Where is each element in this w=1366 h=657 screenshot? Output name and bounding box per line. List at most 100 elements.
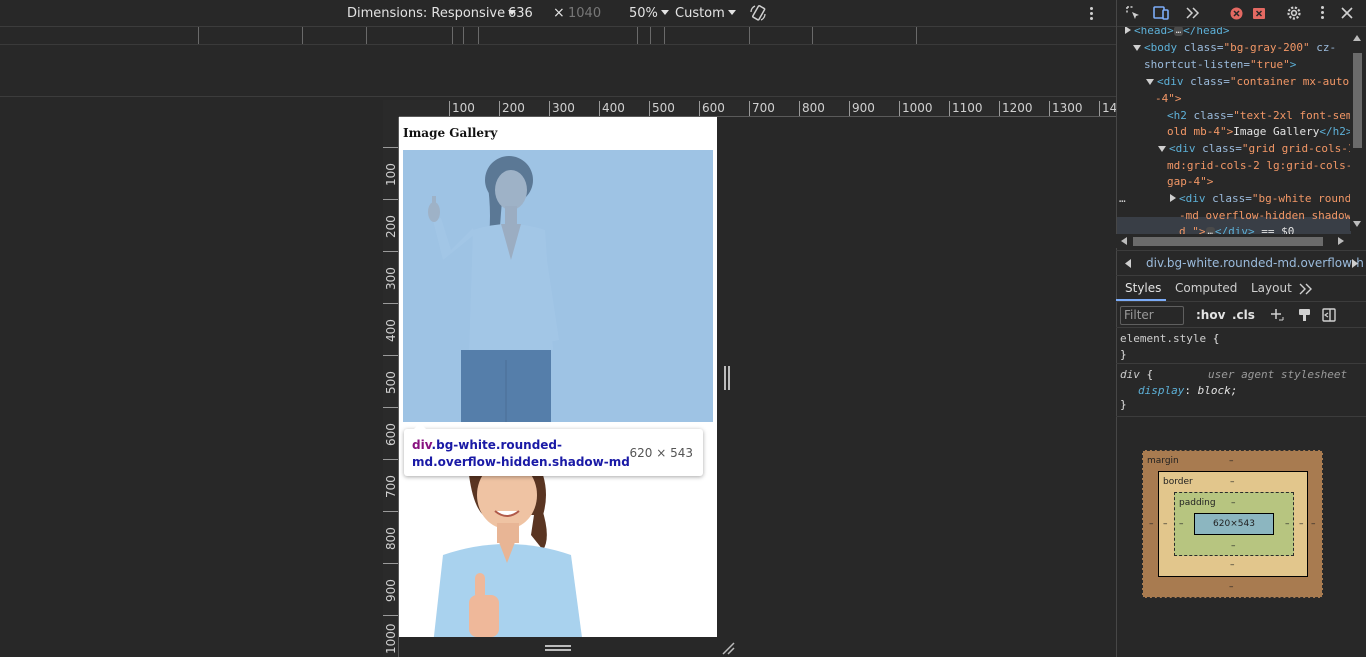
padding-right-value[interactable]: – <box>1285 519 1290 529</box>
padding-top-value[interactable]: – <box>1231 498 1236 508</box>
collapse-arrow-icon[interactable] <box>1133 45 1141 51</box>
tree-node-container[interactable]: <div class="container mx-auto <box>1146 74 1349 91</box>
tree-node-selected[interactable]: <div class="bg-white round <box>1170 191 1351 208</box>
box-model-diagram: margin – – – – border – – – – padding – … <box>1142 450 1323 598</box>
settings-gear-icon[interactable] <box>1285 4 1303 22</box>
collapse-arrow-icon[interactable] <box>1146 79 1154 85</box>
css-declaration[interactable]: display: block; <box>1138 384 1237 397</box>
ruler-label: 500 <box>383 355 398 407</box>
box-model-content[interactable]: 620×543 <box>1194 513 1274 535</box>
tab-computed[interactable]: Computed <box>1175 281 1237 295</box>
margin-top-value[interactable]: – <box>1229 456 1234 466</box>
new-rule-icon[interactable] <box>1270 308 1284 322</box>
width-input[interactable]: 636 <box>508 6 533 21</box>
tab-layout[interactable]: Layout <box>1251 281 1292 295</box>
more-options-icon[interactable] <box>1090 7 1093 22</box>
scroll-left-icon[interactable] <box>1121 237 1127 245</box>
padding-bottom-value[interactable]: – <box>1231 541 1236 551</box>
more-tabs-icon[interactable] <box>1299 283 1313 295</box>
ruler-top: 100 200 300 400 500 600 700 800 900 1000… <box>399 100 1116 117</box>
ruler-label: 14 <box>1099 101 1116 116</box>
collapsed-ellipsis[interactable]: … <box>1173 27 1184 36</box>
tree-node-grid-cont: md:grid-cols-2 lg:grid-cols- <box>1167 159 1351 172</box>
scrollbar-thumb[interactable] <box>1133 237 1323 246</box>
toggle-sidebar-icon[interactable] <box>1322 308 1336 322</box>
error-icon[interactable] <box>1230 7 1243 20</box>
tree-node-body[interactable]: <body class="bg-gray-200" cz- <box>1133 40 1336 57</box>
filter-input[interactable]: Filter <box>1120 306 1184 325</box>
tree-node-body-cont: shortcut-listen="true"> <box>1144 58 1297 71</box>
tree-node-grid[interactable]: <div class="grid grid-cols-1 <box>1158 141 1351 158</box>
height-input[interactable]: 1040 <box>568 6 601 21</box>
paint-brush-icon[interactable] <box>1298 308 1311 322</box>
woman-thumbs-up-image <box>403 475 713 637</box>
expand-arrow-icon[interactable] <box>1125 27 1131 34</box>
node-more-icon[interactable]: … <box>1119 191 1126 208</box>
device-toggle-icon[interactable] <box>1152 4 1170 22</box>
styles-pane: element.style { } div { user agent style… <box>1116 328 1366 418</box>
elements-horizontal-scrollbar[interactable] <box>1116 234 1350 248</box>
ruler-label: 700 <box>749 101 775 116</box>
zoom-label: 50% <box>629 6 658 21</box>
rotate-icon[interactable] <box>749 4 767 22</box>
tree-node-h2[interactable]: <h2 class="text-2xl font-sem <box>1167 108 1351 125</box>
tree-node-h2-cont: old mb-4">Image Gallery</h2> <box>1167 125 1351 138</box>
border-top-value[interactable]: – <box>1230 477 1235 487</box>
highlight-overlay <box>403 150 713 422</box>
scroll-right-icon[interactable] <box>1338 237 1344 245</box>
chevron-left-icon[interactable] <box>1125 259 1131 268</box>
elements-vertical-scrollbar[interactable] <box>1350 31 1364 231</box>
ua-rule-selector[interactable]: div { <box>1120 368 1153 381</box>
ruler-label: 400 <box>599 101 625 116</box>
ruler-label: 600 <box>383 407 398 459</box>
scroll-down-icon[interactable] <box>1353 221 1361 227</box>
collapse-arrow-icon[interactable] <box>1158 146 1166 152</box>
issues-icon[interactable] <box>1252 7 1266 20</box>
hov-toggle[interactable]: :hov <box>1196 308 1225 322</box>
scroll-up-icon[interactable] <box>1353 35 1361 41</box>
border-right-value[interactable]: – <box>1299 519 1304 529</box>
tab-styles[interactable]: Styles <box>1125 281 1161 295</box>
chevron-right-icon[interactable] <box>1352 259 1358 268</box>
dimensions-dropdown[interactable]: Dimensions: Responsive <box>347 6 517 21</box>
throttle-dropdown[interactable]: Custom <box>675 6 736 21</box>
expand-arrow-icon[interactable] <box>1170 194 1176 202</box>
tree-node-selected-cont: -md overflow-hidden shadow <box>1179 209 1351 222</box>
tree-node-head[interactable]: <head>… </head> <box>1125 27 1230 40</box>
element-tooltip: div.bg-white.rounded-md.overflow-hidden.… <box>404 423 703 476</box>
resize-handle-bottom[interactable] <box>545 645 571 651</box>
tree-node-container-cont: -4"> <box>1155 92 1182 105</box>
zoom-dropdown[interactable]: 50% <box>629 6 669 21</box>
border-left-value[interactable]: – <box>1163 519 1168 529</box>
ruler-left: 100 200 300 400 500 600 700 800 900 1000 <box>383 117 399 657</box>
resize-corner-icon[interactable] <box>721 641 735 655</box>
breadcrumb-item[interactable]: div.bg-white.rounded-md.overflow-h <box>1146 256 1364 270</box>
resize-handle-right[interactable] <box>724 366 730 390</box>
times-icon: × <box>553 5 565 21</box>
margin-bottom-value[interactable]: – <box>1229 582 1234 592</box>
dimensions-label: Dimensions: Responsive <box>347 6 506 21</box>
chevron-down-icon <box>660 10 669 15</box>
margin-right-value[interactable]: – <box>1311 519 1316 529</box>
ruler-label: 1200 <box>999 101 1033 116</box>
scrollbar-thumb[interactable] <box>1353 53 1362 148</box>
element-style-rule[interactable]: element.style { <box>1120 332 1219 345</box>
throttle-label: Custom <box>675 6 725 21</box>
close-icon[interactable] <box>1341 7 1353 19</box>
gallery-card[interactable] <box>403 475 713 637</box>
cls-toggle[interactable]: .cls <box>1232 308 1255 322</box>
gallery-card[interactable] <box>403 150 713 422</box>
breadcrumb: div.bg-white.rounded-md.overflow-h <box>1116 250 1366 276</box>
margin-label: margin <box>1147 456 1179 466</box>
padding-left-value[interactable]: – <box>1179 519 1184 529</box>
border-bottom-value[interactable]: – <box>1230 560 1235 570</box>
ruler-label: 200 <box>499 101 525 116</box>
margin-left-value[interactable]: – <box>1149 519 1154 529</box>
ruler-label: 300 <box>383 251 398 303</box>
devtools-menu-icon[interactable] <box>1321 6 1324 21</box>
ruler-label: 1100 <box>949 101 983 116</box>
inspect-element-icon[interactable] <box>1125 5 1141 21</box>
more-tabs-icon[interactable] <box>1185 6 1201 20</box>
ruler-label: 600 <box>699 101 725 116</box>
rule-divider <box>1116 363 1366 364</box>
